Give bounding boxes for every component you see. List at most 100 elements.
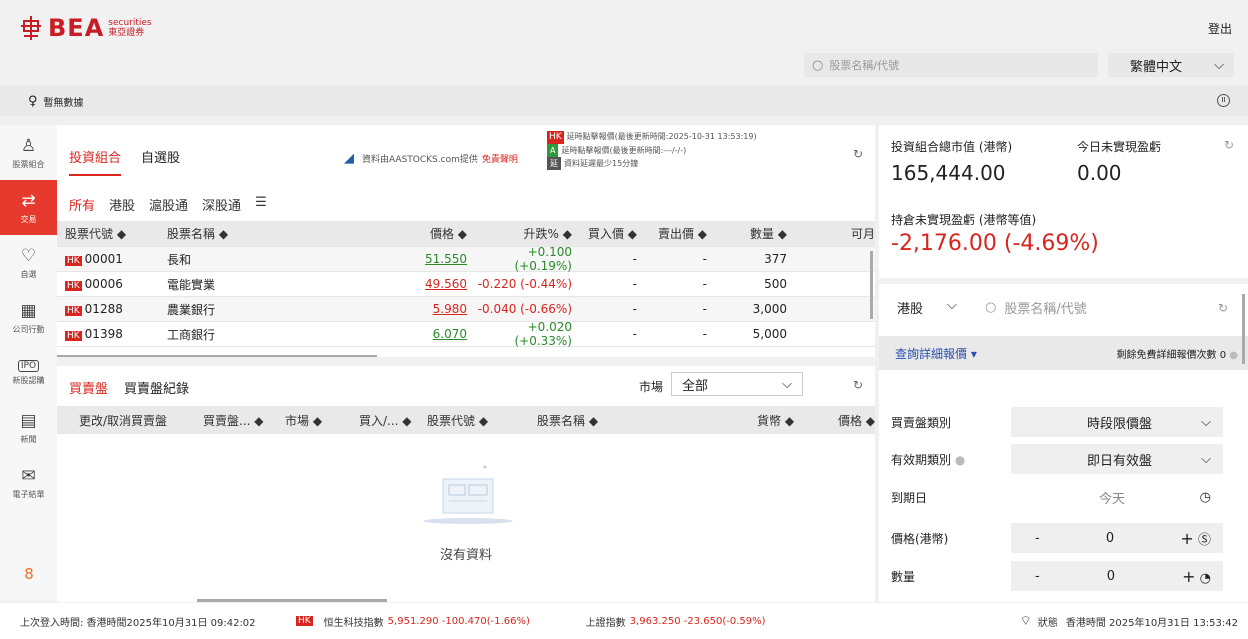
table-row[interactable]: HK 00006 電能實業 49.560 -0.220 (-0.44%) - - … <box>57 272 875 297</box>
pause-icon[interactable]: II <box>1217 94 1230 107</box>
chevron-down-icon: ⌵ <box>1201 451 1211 467</box>
points-badge[interactable]: 8 <box>14 565 44 589</box>
disclaimer-link[interactable]: 免責聲明 <box>482 152 518 165</box>
header-search[interactable]: ○ 股票名稱/代號 <box>804 53 1098 77</box>
info-icon[interactable]: ● <box>955 453 965 467</box>
cell-price[interactable]: 5.980 <box>337 302 467 316</box>
col-order-type[interactable]: 買賣盤... ◆ <box>187 412 277 429</box>
qty-stepper[interactable]: - 0 + ◔ <box>1011 561 1223 591</box>
col-buy-sell[interactable]: 買入/... ◆ <box>347 412 427 429</box>
market-select[interactable]: 全部 ⌵ <box>671 372 803 396</box>
sidebar-item-trade[interactable]: ⇄ 交易 <box>0 180 57 235</box>
expiry-field[interactable]: 今天 ◷ <box>1011 482 1223 512</box>
caret-down-icon: ▾ <box>970 346 977 361</box>
horizontal-scrollbar[interactable] <box>197 599 387 602</box>
a-share-tag: A <box>547 144 559 157</box>
sidebar-item-corporate-action[interactable]: ▦ 公司行動 <box>0 290 57 345</box>
status-time: 香港時間 2025年10月31日 13:53:42 <box>1065 617 1238 629</box>
tab-order-history[interactable]: 買賣盤紀錄 <box>124 378 189 397</box>
col-price[interactable]: 價格 ◆ <box>337 225 467 242</box>
delay-text: 延時點擊報價(最後更新時間:2025-10-31 13:53:19) <box>566 132 757 141</box>
qty-value[interactable]: 0 <box>1107 569 1115 584</box>
vertical-scrollbar[interactable] <box>870 251 873 319</box>
list-menu-icon[interactable]: ☰ <box>255 195 267 214</box>
sidebar-item-estatement[interactable]: ✉ 電子結單 <box>0 455 57 510</box>
expiry-value: 今天 <box>1099 491 1126 507</box>
aastocks-logo-icon: ◢ <box>344 151 354 166</box>
qty-decrement-button[interactable]: - <box>1035 569 1040 584</box>
cell-price[interactable]: 49.560 <box>337 277 467 291</box>
tab-orders[interactable]: 買賣盤 <box>69 378 108 397</box>
tab-sh-connect[interactable]: 滬股通 <box>149 195 188 214</box>
detailed-quote-link[interactable]: 查詢詳細報價 ▾ <box>895 345 977 362</box>
delayed-tag: 延 <box>547 157 561 170</box>
detailed-quote-text: 查詢詳細報價 <box>895 346 968 361</box>
header-search-placeholder: 股票名稱/代號 <box>829 59 900 72</box>
tab-hk[interactable]: 港股 <box>109 195 135 214</box>
col-code[interactable]: 股票代號 ◆ <box>57 225 167 242</box>
gauge-icon[interactable]: ◔ <box>1200 571 1211 586</box>
clock-history-icon[interactable]: ◷ <box>1200 490 1211 505</box>
price-stepper[interactable]: - 0 + Ⓢ <box>1011 523 1223 553</box>
index1-name: 恒生科技指數 <box>323 617 384 629</box>
logo[interactable]: BEA securities 東亞證券 <box>20 14 152 42</box>
hk-badge: HK <box>65 281 82 291</box>
cell-bid: - <box>632 252 637 266</box>
col-stock-name[interactable]: 股票名稱 ◆ <box>537 412 757 429</box>
wifi-icon: ⌔ <box>1019 614 1032 629</box>
empty-state-icon <box>423 465 513 524</box>
sidebar-item-ipo[interactable]: IPO 新股認購 <box>0 345 57 400</box>
tab-portfolio[interactable]: 投資組合 <box>69 147 122 176</box>
sidebar-item-watchlist[interactable]: ♡ 自選 <box>0 235 57 290</box>
quote-remaining-text: 剩餘免費詳細報價次數 0 <box>1116 349 1227 361</box>
col-market[interactable]: 市場 ◆ <box>277 412 347 429</box>
sidebar-item-portfolio[interactable]: ♙ 股票組合 <box>0 125 57 180</box>
col-price[interactable]: 價格 ◆ <box>807 412 875 429</box>
qty-row: 數量 - 0 + ◔ <box>879 560 1248 592</box>
price-decrement-button[interactable]: - <box>1035 531 1040 546</box>
cell-bid: - <box>632 327 637 341</box>
table-header: 股票代號 ◆ 股票名稱 ◆ 價格 ◆ 升跌% ◆ 買入價 ◆ 賣出價 ◆ 數量 … <box>57 221 875 247</box>
sidebar-item-label: 自選 <box>20 269 37 279</box>
col-bid[interactable]: 買入價 ◆ <box>572 225 637 242</box>
sidebar-item-news[interactable]: ▤ 新聞 <box>0 400 57 455</box>
refresh-icon[interactable]: ↻ <box>853 378 863 392</box>
table-row[interactable]: HK 01288 農業銀行 5.980 -0.040 (-0.66%) - - 3… <box>57 297 875 322</box>
tab-all[interactable]: 所有 <box>69 195 95 214</box>
col-name[interactable]: 股票名稱 ◆ <box>167 225 337 242</box>
qty-increment-button[interactable]: + <box>1182 567 1195 586</box>
col-change[interactable]: 升跌% ◆ <box>467 225 572 242</box>
vertical-scrollbar[interactable] <box>1242 294 1245 364</box>
trade-search-input[interactable]: ○ 股票名稱/代號 <box>985 293 1229 321</box>
cell-change: +0.100 (+0.19%) <box>514 245 572 273</box>
dollar-circle-icon[interactable]: Ⓢ <box>1198 533 1211 548</box>
price-value[interactable]: 0 <box>1106 531 1114 546</box>
cell-price[interactable]: 6.070 <box>337 327 467 341</box>
tab-watchlist[interactable]: 自選股 <box>141 147 180 176</box>
validity-select[interactable]: 即日有效盤 ⌵ <box>1011 444 1223 474</box>
table-row[interactable]: HK 00001 長和 51.550 +0.100 (+0.19%) - - 37… <box>57 245 875 273</box>
unrealized-pnl-label: 持倉未實現盈虧 (港幣等值) <box>891 213 1037 227</box>
tab-sz-connect[interactable]: 深股通 <box>202 195 241 214</box>
language-select[interactable]: 繁體中文 ⌵ <box>1108 53 1234 77</box>
col-stock-code[interactable]: 股票代號 ◆ <box>427 412 537 429</box>
cell-ask: - <box>702 277 707 291</box>
table-row[interactable]: HK 01398 工商銀行 6.070 +0.020 (+0.33%) - - 5… <box>57 320 875 348</box>
refresh-icon[interactable]: ↻ <box>853 147 863 161</box>
trade-market-select[interactable]: 港股 ⌵ <box>897 298 957 317</box>
sidebar-item-label: 新聞 <box>20 434 37 444</box>
col-currency[interactable]: 貨幣 ◆ <box>757 412 807 429</box>
sidebar: ♙ 股票組合 ⇄ 交易 ♡ 自選 ▦ 公司行動 IPO 新股認購 ▤ 新聞 ✉ 電子結單 <box>0 125 57 600</box>
horizontal-scrollbar[interactable] <box>57 355 377 357</box>
refresh-icon[interactable]: ↻ <box>1224 138 1234 152</box>
cell-price[interactable]: 51.550 <box>337 252 467 266</box>
refresh-icon[interactable]: ↻ <box>1218 301 1228 315</box>
logout-link[interactable]: 登出 <box>1208 20 1232 37</box>
price-increment-button[interactable]: + <box>1180 529 1193 548</box>
order-type-select[interactable]: 時段限價盤 ⌵ <box>1011 407 1223 437</box>
bea-emblem-icon <box>21 16 41 40</box>
news-icon: ▤ <box>20 410 37 431</box>
lightbulb-icon: ♀ <box>28 93 38 109</box>
col-ask[interactable]: 賣出價 ◆ <box>637 225 707 242</box>
col-qty[interactable]: 數量 ◆ <box>707 225 787 242</box>
